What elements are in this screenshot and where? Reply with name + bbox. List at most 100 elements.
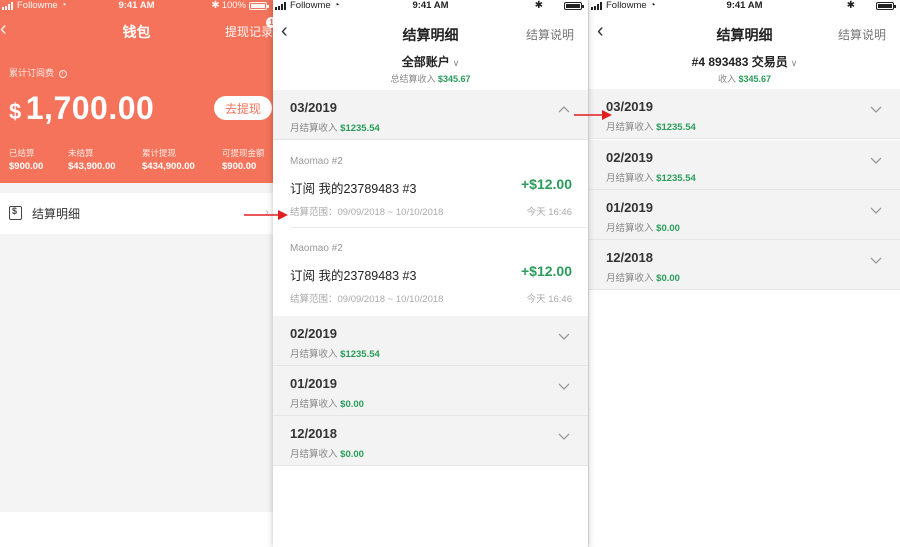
month-header[interactable]: 12/2018 月结算收入 $0.00: [273, 416, 588, 466]
month-label: 02/2019: [606, 150, 653, 165]
item-source: Maomao #2: [290, 156, 343, 167]
month-income-label: 月结算收入: [606, 122, 654, 133]
settlement-item[interactable]: Maomao #2 订阅 我的23789483 #3 +$12.00 结算范围：…: [273, 141, 588, 228]
month-label: 03/2019: [290, 100, 337, 115]
total-income-value: $345.67: [738, 74, 772, 84]
detail-nav: ‹ 结算明细 结算说明: [589, 16, 900, 50]
month-income: 月结算收入 $0.00: [290, 446, 364, 460]
stat-value: $900.00: [9, 161, 44, 172]
month-income-label: 月结算收入: [606, 223, 654, 234]
month-income-label: 月结算收入: [606, 273, 654, 284]
status-bar: Followme ◔ 9:41 AM ✱ 100%: [0, 0, 273, 12]
month-income-value: $0.00: [656, 273, 680, 284]
month-income: 月结算收入 $0.00: [290, 396, 364, 410]
stat-value: $43,900.00: [68, 161, 116, 172]
bill-icon: [9, 206, 22, 220]
stat-label: 已结算: [9, 148, 35, 158]
month-income-value: $1235.54: [656, 122, 696, 133]
wallet-stats: 已结算 $900.00 未结算 $43,900.00 累计提现 $434,900…: [9, 147, 273, 175]
chevron-down-icon: [558, 333, 570, 340]
chevron-up-icon: [558, 106, 570, 113]
month-income: 月结算收入 $1235.54: [290, 120, 380, 134]
info-icon[interactable]: i: [58, 69, 67, 78]
stat-label: 未结算: [68, 148, 94, 158]
settlement-detail-label: 结算明细: [32, 207, 81, 221]
account-name: #4 893483 交易员: [691, 55, 788, 69]
item-description: 订阅 我的23789483 #3: [290, 182, 417, 196]
month-income: 月结算收入 $0.00: [606, 220, 680, 234]
wallet-screen: Followme ◔ 9:41 AM ✱ 100% ‹ 钱包 提现记录 1 累计…: [0, 0, 273, 547]
month-label: 12/2018: [290, 426, 337, 441]
notification-badge: 1: [266, 17, 273, 28]
month-income-value: $1235.54: [340, 349, 380, 360]
month-header[interactable]: 02/2019 月结算收入 $1235.54: [589, 140, 900, 190]
bluetooth-icon: ✱: [846, 0, 855, 11]
bluetooth-icon: ✱: [534, 0, 543, 11]
battery-icon: [564, 2, 584, 10]
account-selector[interactable]: #4 893483 交易员 ∨: [589, 53, 900, 70]
settlement-account-screen: Followme ◔ 9:41 AM ✱ ‹ 结算明细 结算说明 #4 8934…: [588, 0, 900, 547]
chevron-down-icon: [870, 207, 882, 214]
stat-withdrawable: 可提现金额 $900.00: [222, 147, 265, 172]
month-label: 02/2019: [290, 326, 337, 341]
wallet-nav: ‹ 钱包 提现记录 1: [0, 16, 273, 46]
month-income-value: $1235.54: [656, 173, 696, 184]
month-header[interactable]: 12/2018 月结算收入 $0.00: [589, 240, 900, 290]
month-income-value: $0.00: [340, 399, 364, 410]
settlement-item[interactable]: Maomao #2 订阅 我的23789483 #3 +$12.00 结算范围：…: [273, 228, 588, 315]
settlement-help-link[interactable]: 结算说明: [838, 26, 886, 43]
stat-total-withdrawn: 累计提现 $434,900.00: [142, 147, 195, 172]
account-name: 全部账户: [401, 55, 450, 69]
item-amount: +$12.00: [521, 176, 572, 192]
chevron-down-icon: ∨: [790, 58, 798, 68]
annotation-arrow-icon: [574, 110, 612, 120]
total-income: 收入 $345.67: [589, 72, 900, 85]
stat-value: $900.00: [222, 161, 257, 172]
account-selector[interactable]: 全部账户 ∨: [273, 53, 588, 70]
total-amount: $1,700.00: [9, 90, 154, 127]
total-label-text: 累计订阅费: [9, 68, 55, 78]
withdraw-records-link[interactable]: 提现记录: [225, 23, 273, 40]
month-label: 12/2018: [606, 250, 653, 265]
month-label: 01/2019: [606, 200, 653, 215]
chevron-down-icon: [870, 157, 882, 164]
month-income: 月结算收入 $1235.54: [290, 346, 380, 360]
settlement-detail-row[interactable]: 结算明细 ›: [0, 193, 273, 234]
settlement-help-link[interactable]: 结算说明: [526, 26, 574, 43]
total-income: 总结算收入 $345.67: [273, 72, 588, 85]
stat-label: 累计提现: [142, 148, 177, 158]
stat-label: 可提现金额: [222, 148, 265, 158]
detail-nav: ‹ 结算明细 结算说明: [273, 16, 588, 50]
withdraw-button[interactable]: 去提现: [214, 96, 272, 120]
month-header[interactable]: 01/2019 月结算收入 $0.00: [589, 190, 900, 240]
chevron-down-icon: [558, 383, 570, 390]
amount-value: 1,700.00: [25, 90, 155, 126]
month-header[interactable]: 03/2019 月结算收入 $1235.54: [273, 90, 588, 140]
settlement-all-screen: Followme ◔ 9:41 AM ✱ ‹ 结算明细 结算说明 全部账户 ∨ 总…: [273, 0, 588, 547]
annotation-arrow-icon: [244, 210, 288, 220]
month-income-label: 月结算收入: [290, 449, 338, 460]
month-income-label: 月结算收入: [290, 399, 338, 410]
item-source: Maomao #2: [290, 243, 343, 254]
battery-icon: [249, 2, 269, 10]
total-subscription-label: 累计订阅费 i: [9, 66, 67, 79]
month-header[interactable]: 02/2019 月结算收入 $1235.54: [273, 316, 588, 366]
total-income-label: 总结算收入: [390, 74, 436, 84]
bluetooth-icon: ✱: [211, 0, 220, 11]
month-income-label: 月结算收入: [606, 173, 654, 184]
item-time: 今天 16:46: [526, 207, 572, 218]
month-header[interactable]: 03/2019 月结算收入 $1235.54: [589, 89, 900, 139]
chevron-down-icon: ∨: [452, 58, 460, 68]
stat-value: $434,900.00: [142, 161, 195, 172]
month-income: 月结算收入 $1235.54: [606, 119, 696, 133]
stat-settled: 已结算 $900.00: [9, 147, 43, 172]
month-income-value: $0.00: [340, 449, 364, 460]
currency-symbol: $: [9, 99, 22, 124]
battery-icon: [876, 2, 896, 10]
month-income-label: 月结算收入: [290, 123, 338, 134]
item-range: 结算范围：09/09/2018 ~ 10/10/2018: [290, 294, 444, 305]
month-label: 03/2019: [606, 99, 653, 114]
item-range: 结算范围：09/09/2018 ~ 10/10/2018: [290, 207, 444, 218]
status-right: ✱: [846, 0, 896, 12]
month-header[interactable]: 01/2019 月结算收入 $0.00: [273, 366, 588, 416]
